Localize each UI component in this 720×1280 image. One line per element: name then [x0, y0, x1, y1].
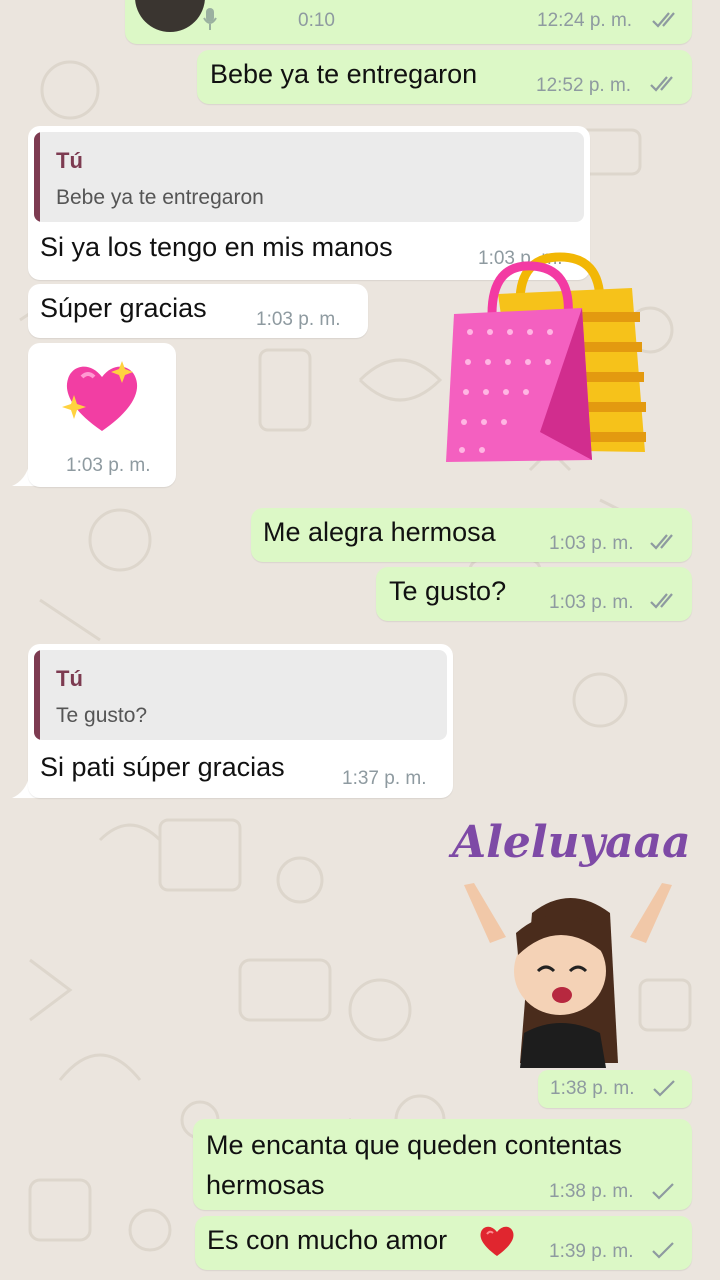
quoted-message[interactable]: Tú Bebe ya te entregaron	[34, 132, 584, 222]
outgoing-message[interactable]: Bebe ya te entregaron 12:52 p. m.	[197, 50, 692, 104]
sticker-time-label: 1:38 p. m.	[538, 1070, 692, 1108]
shopping-bags-sticker[interactable]	[440, 252, 655, 467]
quote-text: Bebe ya te entregaron	[56, 186, 264, 209]
message-time: 1:37 p. m.	[342, 768, 427, 789]
aleluyaaa-sticker[interactable]: Aleluyaaa	[440, 815, 692, 1070]
cartoon-girl-icon	[464, 883, 672, 1068]
sparkling-heart-emoji	[62, 361, 138, 431]
quote-author: Tú	[56, 666, 83, 691]
double-check-icon	[650, 534, 673, 550]
message-time: 1:38 p. m.	[550, 1078, 635, 1099]
incoming-message[interactable]: Súper gracias 1:03 p. m.	[28, 284, 368, 338]
message-time: 1:03 p. m.	[66, 455, 151, 476]
double-check-icon	[650, 593, 673, 609]
outgoing-message[interactable]: Es con mucho amor 1:39 p. m.	[195, 1216, 692, 1270]
check-icon	[652, 1242, 674, 1259]
message-text: Bebe ya te entregaron	[210, 59, 478, 89]
contact-avatar	[135, 0, 205, 32]
message-time: 1:03 p. m.	[549, 592, 634, 613]
double-check-icon	[650, 76, 673, 92]
message-time: 1:39 p. m.	[549, 1241, 634, 1262]
message-text: Si ya los tengo en mis manos	[40, 232, 393, 262]
quoted-message[interactable]: Tú Te gusto?	[34, 650, 447, 740]
outgoing-message[interactable]: Te gusto? 1:03 p. m.	[376, 567, 692, 621]
message-text: Súper gracias	[40, 293, 207, 323]
message-text: Me alegra hermosa	[263, 517, 496, 547]
message-text: Es con mucho amor	[207, 1225, 448, 1255]
message-time: 1:03 p. m.	[256, 309, 341, 330]
microphone-icon	[203, 8, 217, 30]
message-time: 12:52 p. m.	[536, 75, 632, 96]
double-check-icon	[652, 12, 675, 28]
message-time: 1:38 p. m.	[549, 1181, 634, 1202]
message-text: Te gusto?	[389, 576, 507, 606]
outgoing-message[interactable]: Me encanta que queden contentas hermosas…	[193, 1119, 692, 1210]
quote-text: Te gusto?	[56, 704, 148, 727]
quote-accent-bar	[34, 132, 40, 222]
message-text: Si pati súper gracias	[40, 752, 285, 782]
voice-note-bubble[interactable]: 0:10 12:24 p. m.	[125, 0, 692, 44]
incoming-reply-message[interactable]: Tú Te gusto? Si pati súper gracias 1:37 …	[28, 644, 453, 798]
sticker-text: Aleluyaaa	[452, 817, 691, 868]
check-icon	[652, 1183, 674, 1200]
message-time: 12:24 p. m.	[537, 10, 633, 31]
incoming-emoji-message[interactable]: 1:03 p. m.	[28, 343, 176, 487]
quote-author: Tú	[56, 148, 83, 173]
message-time: 1:03 p. m.	[549, 533, 634, 554]
outgoing-message[interactable]: Me alegra hermosa 1:03 p. m.	[251, 508, 692, 562]
quote-accent-bar	[34, 650, 40, 740]
check-icon	[653, 1080, 675, 1097]
voice-note-duration: 0:10	[298, 10, 335, 31]
red-heart-emoji	[480, 1226, 514, 1256]
